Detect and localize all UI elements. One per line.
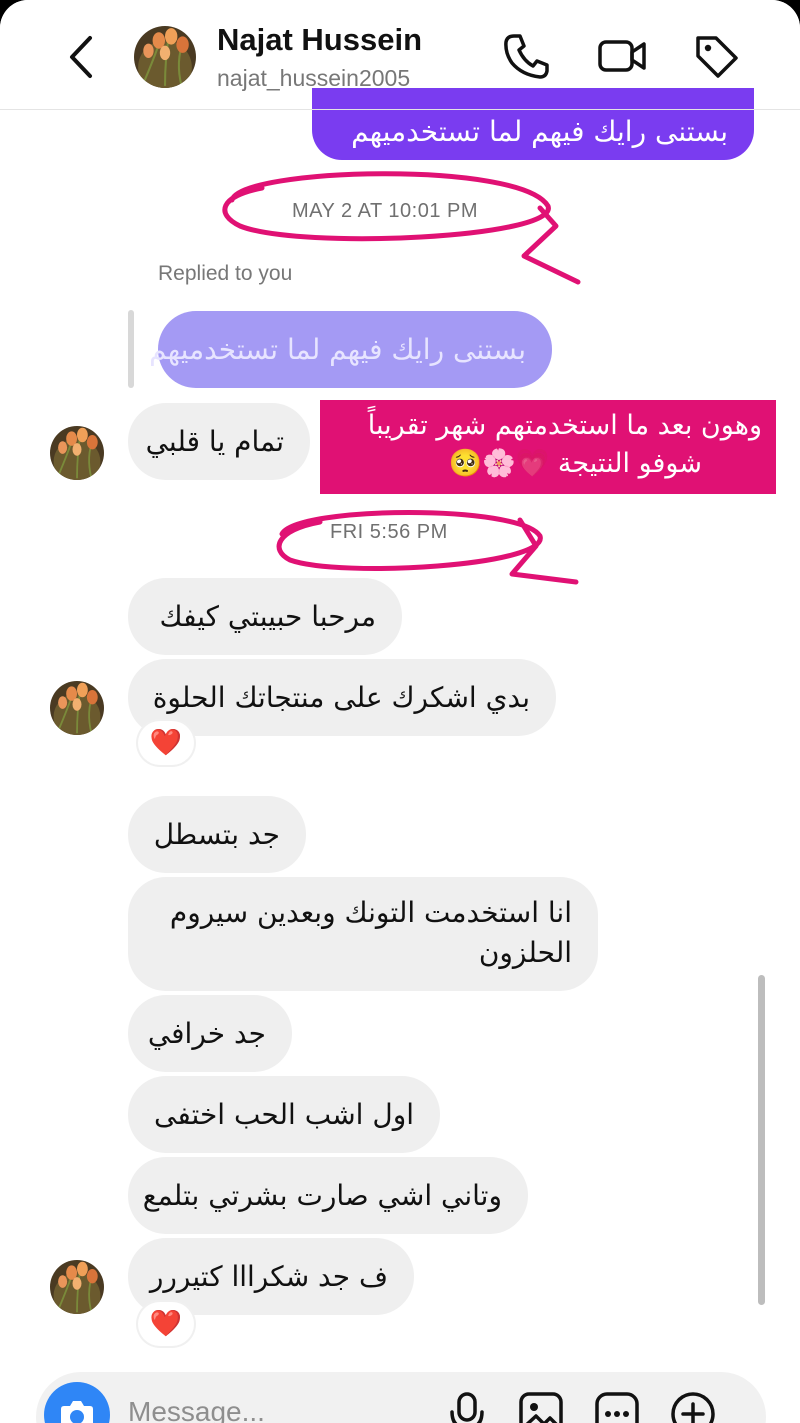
sender-avatar[interactable] (50, 681, 104, 735)
phone-icon[interactable] (500, 30, 552, 82)
incoming-message[interactable]: اول اشب الحب اختفى (128, 1076, 440, 1153)
incoming-message[interactable]: مرحبا حبيبتي كيفك (128, 578, 402, 655)
chat-screen: Najat Hussein najat_hussein2005 بستنى را… (0, 0, 800, 1423)
scrollbar[interactable] (758, 975, 765, 1305)
reply-quote-bar (128, 310, 134, 388)
heart-reaction[interactable]: ❤️ (138, 721, 194, 765)
contact-name[interactable]: Najat Hussein (217, 22, 422, 58)
tag-icon[interactable] (690, 30, 742, 82)
annotation-line-1: وهون بعد ما استخدمتهم شهر تقريباً (367, 410, 762, 441)
camera-icon (61, 1401, 93, 1423)
video-icon[interactable] (596, 30, 648, 82)
sender-avatar[interactable] (50, 1260, 104, 1314)
outgoing-message[interactable]: بستنى رايك فيهم لما تستخدميهم (312, 88, 754, 160)
incoming-message[interactable]: وتاني اشي صارت بشرتي بتلمع (128, 1157, 528, 1234)
incoming-message[interactable]: انا استخدمت التونك وبعدين سيروم الحلزون (128, 877, 598, 991)
annotation-caption: وهون بعد ما استخدمتهم شهر تقريباً شوفو ا… (320, 400, 776, 494)
back-chevron-icon[interactable] (58, 30, 104, 84)
incoming-message[interactable]: جد خرافي (128, 995, 292, 1072)
heart-reaction[interactable]: ❤️ (138, 1302, 194, 1346)
replied-quote-bubble[interactable]: بستنى رايك فيهم لما تستخدميهم (149, 311, 552, 388)
message-input[interactable]: Message... (128, 1396, 265, 1423)
plus-icon[interactable] (668, 1388, 718, 1423)
contact-avatar[interactable] (134, 26, 196, 88)
replied-label: Replied to you (158, 262, 293, 285)
gallery-icon[interactable] (516, 1388, 566, 1423)
sender-avatar[interactable] (50, 426, 104, 480)
incoming-message[interactable]: بدي اشكرك على منتجاتك الحلوة (128, 659, 556, 736)
incoming-message[interactable]: تمام يا قلبي (128, 403, 310, 480)
camera-button[interactable] (44, 1382, 110, 1423)
sticker-icon[interactable] (592, 1388, 642, 1423)
incoming-message[interactable]: جد بتسطل (128, 796, 306, 873)
timestamp: MAY 2 AT 10:01 PM (292, 200, 478, 222)
annotation-line-2: شوفو النتيجة 💗🌸🥺 (448, 448, 702, 479)
timestamp: FRI 5:56 PM (330, 521, 448, 543)
microphone-icon[interactable] (442, 1388, 492, 1423)
